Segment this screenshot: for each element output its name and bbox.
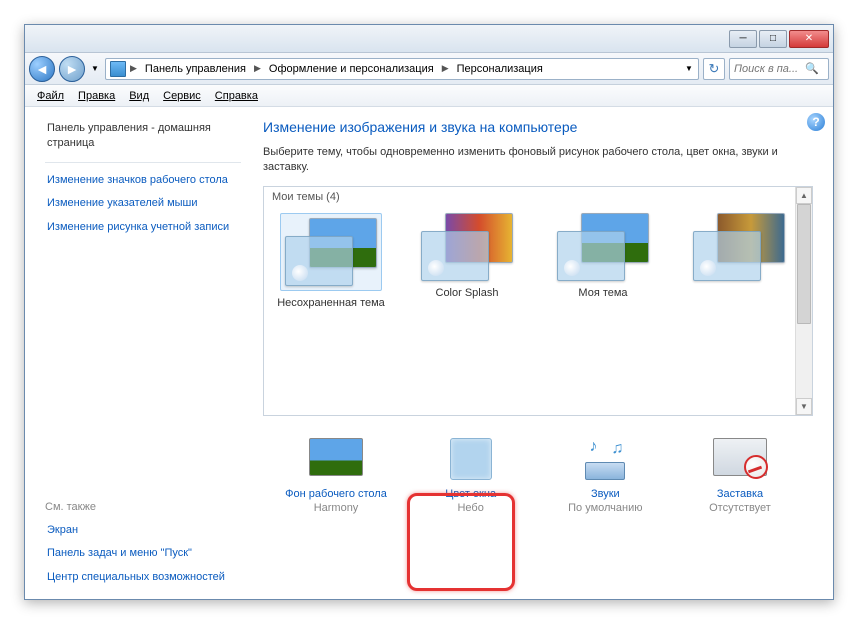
theme-unsaved[interactable]: Несохраненная тема [276, 213, 386, 309]
window-color-button[interactable]: Цвет окна Небо [406, 438, 536, 514]
maximize-button[interactable]: □ [759, 30, 787, 48]
close-button[interactable]: ✕ [789, 30, 829, 48]
scrollbar[interactable]: ▲ ▼ [795, 187, 812, 415]
control-panel-icon [110, 61, 126, 77]
themes-list: Несохраненная тема Color Splash Моя тема [264, 207, 812, 315]
forward-button[interactable]: ► [59, 56, 85, 82]
settings-value: Harmony [314, 502, 359, 514]
theme-item[interactable] [684, 213, 794, 287]
sidebar-link-account-picture[interactable]: Изменение рисунка учетной записи [45, 216, 241, 239]
scroll-up-button[interactable]: ▲ [796, 187, 812, 204]
sidebar-link-taskbar[interactable]: Панель задач и меню "Пуск" [45, 542, 241, 565]
sidebar-link-desktop-icons[interactable]: Изменение значков рабочего стола [45, 169, 241, 192]
sounds-icon: ♪♫ [581, 438, 629, 480]
chevron-right-icon[interactable]: ▶ [440, 63, 451, 74]
settings-value: Отсутствует [709, 502, 771, 514]
address-bar[interactable]: ▶ Панель управления ▶ Оформление и персо… [105, 58, 699, 80]
settings-label: Фон рабочего стола [285, 488, 387, 500]
screensaver-icon [713, 438, 767, 476]
main-panel: ? Изменение изображения и звука на компь… [245, 107, 833, 599]
theme-label: Color Splash [436, 287, 499, 299]
sidebar-link-mouse-pointers[interactable]: Изменение указателей мыши [45, 192, 241, 215]
chevron-right-icon[interactable]: ▶ [252, 63, 263, 74]
menu-file[interactable]: Файл [31, 88, 70, 104]
see-also-heading: См. также [45, 501, 241, 513]
screensaver-button[interactable]: Заставка Отсутствует [675, 438, 805, 514]
search-input[interactable] [734, 63, 804, 75]
scroll-down-button[interactable]: ▼ [796, 398, 812, 415]
menu-help[interactable]: Справка [209, 88, 264, 104]
help-icon[interactable]: ? [807, 113, 825, 131]
sidebar: Панель управления - домашняя страница Из… [25, 107, 245, 599]
scroll-thumb[interactable] [797, 204, 811, 324]
chevron-right-icon[interactable]: ▶ [128, 63, 139, 74]
themes-panel: Мои темы (4) Несохраненная тема Color Sp… [263, 186, 813, 416]
menu-edit[interactable]: Правка [72, 88, 121, 104]
menu-bar: Файл Правка Вид Сервис Справка [25, 85, 833, 107]
settings-label: Цвет окна [445, 488, 496, 500]
breadcrumb-item[interactable]: Панель управления [141, 59, 250, 79]
navigation-bar: ◄ ► ▼ ▶ Панель управления ▶ Оформление и… [25, 53, 833, 85]
sounds-button[interactable]: ♪♫ Звуки По умолчанию [540, 438, 670, 514]
menu-tools[interactable]: Сервис [157, 88, 207, 104]
titlebar: ─ □ ✕ [25, 25, 833, 53]
theme-label: Несохраненная тема [277, 297, 385, 309]
settings-label: Звуки [591, 488, 620, 500]
sidebar-home-link[interactable]: Панель управления - домашняя страница [45, 117, 241, 156]
search-icon[interactable]: 🔍 [804, 62, 820, 75]
breadcrumb-item[interactable]: Оформление и персонализация [265, 59, 438, 79]
page-title: Изменение изображения и звука на компьют… [263, 119, 813, 135]
themes-heading: Мои темы (4) [264, 187, 812, 207]
history-dropdown[interactable]: ▼ [89, 60, 101, 78]
explorer-window: ─ □ ✕ ◄ ► ▼ ▶ Панель управления ▶ Оформл… [24, 24, 834, 600]
content-area: Панель управления - домашняя страница Из… [25, 107, 833, 599]
search-box[interactable]: 🔍 [729, 58, 829, 80]
sidebar-link-ease-of-access[interactable]: Центр специальных возможностей [45, 566, 241, 589]
page-description: Выберите тему, чтобы одновременно измени… [263, 145, 783, 176]
settings-value: По умолчанию [568, 502, 642, 514]
theme-label: Моя тема [578, 287, 627, 299]
settings-label: Заставка [717, 488, 763, 500]
desktop-background-button[interactable]: Фон рабочего стола Harmony [271, 438, 401, 514]
window-color-icon [450, 438, 492, 480]
theme-color-splash[interactable]: Color Splash [412, 213, 522, 299]
back-button[interactable]: ◄ [29, 56, 55, 82]
sidebar-link-display[interactable]: Экран [45, 519, 241, 542]
menu-view[interactable]: Вид [123, 88, 155, 104]
breadcrumb-item[interactable]: Персонализация [453, 59, 547, 79]
wallpaper-icon [309, 438, 363, 476]
address-dropdown[interactable]: ▼ [680, 64, 698, 73]
refresh-button[interactable]: ↻ [703, 58, 725, 80]
theme-my-theme[interactable]: Моя тема [548, 213, 658, 299]
settings-value: Небо [457, 502, 483, 514]
minimize-button[interactable]: ─ [729, 30, 757, 48]
settings-row: Фон рабочего стола Harmony Цвет окна Неб… [263, 416, 813, 514]
